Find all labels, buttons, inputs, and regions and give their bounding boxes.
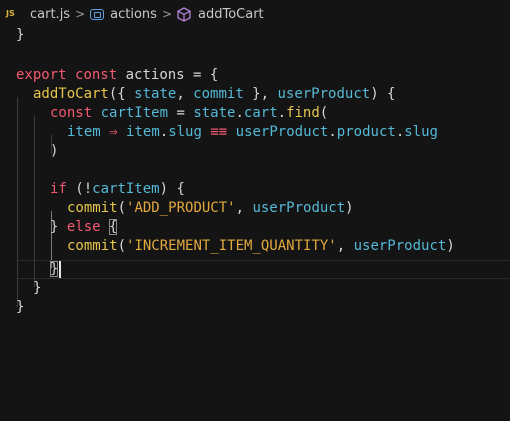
var-userproduct: userProduct — [235, 124, 329, 140]
punct: ( — [117, 200, 127, 216]
breadcrumb-method[interactable]: addToCart — [177, 7, 264, 22]
strict-equal-operator: ≡≡ — [210, 124, 228, 140]
code-line-commit-increment: commit('INCREMENT_ITEM_QUANTITY', userPr… — [67, 237, 455, 256]
prop-slug: slug — [168, 124, 202, 140]
var-cartitem: cartItem — [100, 105, 169, 121]
breadcrumb-method-label: addToCart — [198, 6, 264, 22]
punct: ({ — [108, 86, 135, 102]
breadcrumb-file-label: cart.js — [30, 6, 71, 22]
punct: , — [235, 200, 253, 216]
punct: . — [277, 105, 287, 121]
namespace-icon — [90, 8, 105, 20]
function-addtocart: addToCart — [33, 86, 109, 102]
method-find: find — [286, 105, 320, 121]
prop-product: product — [336, 124, 396, 140]
string-add-product: 'ADD_PRODUCT' — [126, 200, 236, 216]
punct: = — [168, 105, 194, 121]
punct: (! — [66, 181, 93, 197]
punct: . — [235, 105, 244, 121]
keyword-const: const — [50, 105, 93, 121]
code-line-addtocart: addToCart({ state, commit }, userProduct… — [33, 85, 395, 104]
close-brace: } — [33, 280, 42, 296]
breadcrumb-namespace-label: actions — [110, 6, 157, 22]
punct: ( — [319, 105, 329, 121]
close-paren: ) — [50, 143, 59, 159]
punct: ) { — [159, 181, 185, 197]
js-file-icon: JS — [6, 9, 15, 18]
matched-close-brace: } — [50, 261, 59, 277]
assign-brace: = { — [184, 67, 219, 83]
method-cube-icon — [177, 6, 191, 22]
keyword-export: export — [16, 67, 67, 83]
code-line-else: } else { — [50, 218, 118, 237]
code-editor[interactable]: JS cart.js > actions > addToCart } expor… — [0, 0, 510, 421]
code-line-export: export const actions = { — [16, 66, 218, 85]
identifier-actions: actions — [125, 67, 185, 83]
var-userproduct: userProduct — [252, 200, 346, 216]
punct: , — [176, 86, 194, 102]
matched-open-brace: { — [109, 219, 118, 235]
chevron-right-icon: > — [161, 7, 172, 21]
arrow-operator: ⇒ — [109, 124, 118, 140]
current-line-highlight — [16, 260, 510, 279]
param-userproduct: userProduct — [277, 86, 371, 102]
param-commit: commit — [193, 86, 244, 102]
function-commit: commit — [67, 200, 118, 216]
param-state: state — [134, 86, 177, 102]
prop-cart: cart — [243, 105, 278, 121]
punct: }, — [243, 86, 278, 102]
code-line-1: } — [16, 26, 24, 45]
punct: ( — [117, 238, 127, 254]
var-item: item — [126, 124, 160, 140]
code-line-close-else: } — [50, 260, 59, 279]
close-brace: } — [16, 299, 25, 315]
function-commit: commit — [67, 238, 118, 254]
breadcrumb-file[interactable]: JS cart.js — [0, 7, 70, 22]
punct: . — [328, 124, 337, 140]
var-cartitem: cartItem — [92, 181, 160, 197]
code-line-if: if (!cartItem) { — [50, 180, 185, 199]
var-state: state — [193, 105, 236, 121]
punct: ) { — [370, 86, 396, 102]
string-increment-item-quantity: 'INCREMENT_ITEM_QUANTITY' — [126, 238, 337, 254]
punct: ) — [345, 200, 354, 216]
var-userproduct: userProduct — [353, 238, 447, 254]
code-line-close-fn: } — [33, 279, 41, 298]
punct: ) — [446, 238, 455, 254]
chevron-right-icon: > — [75, 7, 86, 21]
code-line-close-actions: } — [16, 298, 24, 317]
close-brace: } — [50, 219, 59, 235]
keyword-if: if — [50, 181, 67, 197]
breadcrumb: JS cart.js > actions > addToCart — [0, 0, 510, 28]
code-line-arrow: item ⇒ item.slug ≡≡ userProduct.product.… — [67, 123, 438, 142]
punct: . — [395, 124, 405, 140]
breadcrumb-namespace[interactable]: actions — [90, 7, 157, 22]
keyword-else: else — [66, 219, 101, 235]
keyword-const: const — [75, 67, 118, 83]
text-cursor — [59, 261, 61, 278]
param-item: item — [67, 124, 101, 140]
punct: , — [336, 238, 354, 254]
punct: . — [159, 124, 169, 140]
code-line-close-paren: ) — [50, 142, 58, 161]
code-line-const-cartitem: const cartItem = state.cart.find( — [50, 104, 328, 123]
code-line-commit-add: commit('ADD_PRODUCT', userProduct) — [67, 199, 354, 218]
prop-slug: slug — [404, 124, 438, 140]
close-brace: } — [16, 27, 25, 43]
